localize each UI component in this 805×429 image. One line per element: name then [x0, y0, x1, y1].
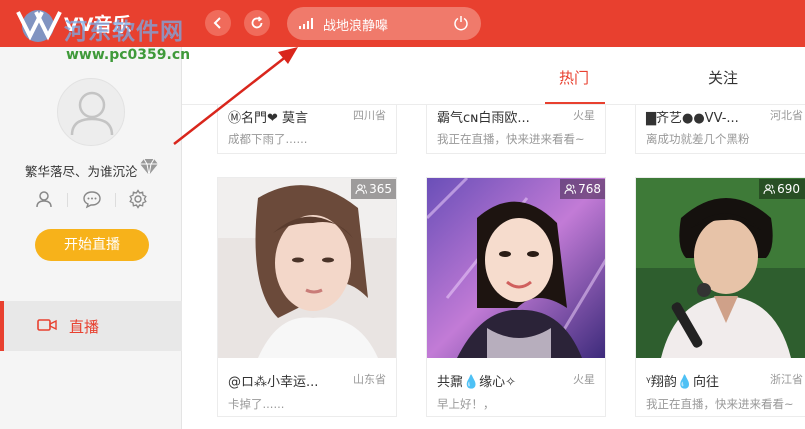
streamer-name: Ⓜ名門❤ 莫言: [228, 111, 309, 126]
chevron-left-icon: [213, 17, 221, 29]
streamer-name: ▇齐艺●●VV-...: [646, 111, 739, 126]
video-camera-icon: [37, 319, 57, 331]
sidebar-item-live[interactable]: 直播: [0, 301, 182, 351]
viewer-count-value: 365: [369, 182, 392, 196]
stream-thumbnail[interactable]: 768: [427, 178, 605, 358]
power-icon[interactable]: [453, 15, 469, 31]
stream-message: 卡掉了......: [228, 397, 285, 411]
message-icon[interactable]: [82, 189, 102, 209]
settings-gear-icon[interactable]: [128, 189, 148, 209]
stream-message: 离成功就差几个黑粉: [646, 132, 750, 146]
now-playing-title: 战地浪静嗥: [323, 19, 389, 34]
viewer-count: 690: [759, 179, 805, 199]
app-window: VV音乐 河东软件网 战地浪静嗥 www.pc0359.cn 繁华落尽、为谁沉沦…: [0, 0, 805, 429]
viewer-count: 768: [560, 179, 605, 199]
stream-message: 早上好！，: [437, 397, 495, 411]
avatar[interactable]: [57, 78, 125, 146]
stream-thumbnail[interactable]: 365: [218, 178, 396, 358]
stream-message: 成都下雨了......: [228, 132, 308, 146]
refresh-button[interactable]: [244, 10, 270, 36]
now-playing-bar[interactable]: 战地浪静嗥: [287, 7, 481, 40]
viewers-icon: [564, 184, 577, 195]
watermark-text: 河东软件网: [64, 19, 184, 45]
stream-message: 我正在直播，快来进来看看~: [437, 132, 585, 146]
viewer-count-value: 768: [578, 182, 601, 196]
streamer-photo: [218, 178, 396, 358]
viewers-icon: [763, 184, 776, 195]
divider: [115, 193, 116, 207]
streamer-photo: [427, 178, 605, 358]
streamer-location: 火星: [573, 373, 595, 386]
viewers-icon: [355, 184, 368, 195]
streamer-location: 火星: [573, 109, 595, 122]
sidebar-item-label: 直播: [69, 318, 100, 336]
profile-icon[interactable]: [34, 189, 54, 209]
stream-card[interactable]: 690 ᵞ翔韵💧向往 浙江省 我正在直播，快来进来看看~: [635, 177, 805, 417]
streamer-location: 四川省: [353, 109, 386, 122]
sidebar: 繁华落尽、为谁沉沦 开始直播 直播: [0, 47, 182, 429]
streamer-location: 浙江省: [770, 373, 803, 386]
stream-card[interactable]: 768 共鼐💧缘心✧ 火星 早上好！，: [426, 177, 606, 417]
vv-logo-icon: [16, 10, 62, 42]
stream-thumbnail[interactable]: 690: [636, 178, 805, 358]
diamond-badge-icon: [140, 158, 158, 176]
content-tabs: 热门 关注: [182, 47, 805, 105]
tab-follow[interactable]: 关注: [708, 67, 738, 88]
audio-bars-icon: [299, 18, 313, 29]
user-avatar-icon: [70, 91, 114, 136]
tab-hot[interactable]: 热门: [559, 67, 589, 88]
watermark-url: www.pc0359.cn: [66, 47, 191, 63]
viewer-count-value: 690: [777, 182, 800, 196]
divider: [67, 193, 68, 207]
start-live-button[interactable]: 开始直播: [35, 229, 149, 261]
stream-card[interactable]: Ⓜ名門❤ 莫言 四川省 成都下雨了......: [217, 105, 397, 154]
username: 繁华落尽、为谁沉沦: [25, 164, 138, 179]
viewer-count: 365: [351, 179, 396, 199]
streamer-location: 山东省: [353, 373, 386, 386]
streamer-name: @ロ⁂小幸运...: [228, 375, 319, 390]
title-bar: VV音乐 河东软件网 战地浪静嗥: [0, 0, 805, 47]
stream-card[interactable]: 365 @ロ⁂小幸运... 山东省 卡掉了......: [217, 177, 397, 417]
stream-card[interactable]: 霸气ᴄɴ白雨欧... 火星 我正在直播，快来进来看看~: [426, 105, 606, 154]
stream-card[interactable]: ▇齐艺●●VV-... 河北省 离成功就差几个黑粉: [635, 105, 805, 154]
profile-actions: [0, 189, 182, 211]
streamer-photo: [636, 178, 805, 358]
refresh-icon: [251, 16, 263, 29]
streamer-location: 河北省: [770, 109, 803, 122]
streamer-name: ᵞ翔韵💧向往: [646, 375, 720, 390]
streamer-name: 霸气ᴄɴ白雨欧...: [437, 111, 530, 126]
streamer-name: 共鼐💧缘心✧: [437, 375, 517, 390]
stream-message: 我正在直播，快来进来看看~: [646, 397, 794, 411]
back-button[interactable]: [205, 10, 231, 36]
